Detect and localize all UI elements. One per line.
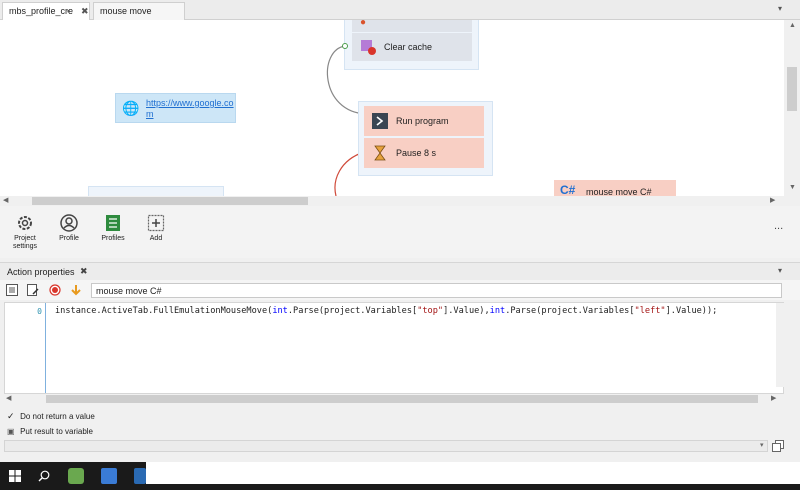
code-token: ].Value));: [665, 306, 718, 316]
tab-label: mouse move: [100, 6, 152, 16]
code-token: instance.ActiveTab.FullEmulationMouseMov…: [55, 306, 273, 316]
gear-icon: [18, 216, 32, 230]
code-keyword: int: [272, 306, 288, 316]
globe-icon: 🌐: [122, 100, 140, 116]
taskbar-app-icon[interactable]: [68, 468, 84, 484]
taskbar-overlay: [146, 462, 800, 484]
tab-label: mbs_profile_cre: [9, 6, 74, 16]
editor-horizontal-scrollbar[interactable]: ◀ ▶: [4, 394, 784, 404]
do-not-return-option[interactable]: ✓ Do not return a value: [7, 411, 95, 422]
close-panel-icon[interactable]: ✖: [80, 266, 88, 277]
tab-list-chevron-icon[interactable]: ▾: [778, 4, 782, 13]
line-number: 0: [37, 307, 42, 316]
profile-button[interactable]: Profile: [49, 214, 89, 243]
windows-taskbar: [0, 462, 800, 490]
pin-icon[interactable]: ▪: [67, 6, 70, 16]
option-label: Do not return a value: [20, 412, 95, 421]
code-token: .Parse(project.Variables[: [505, 306, 635, 316]
toolbar-label: Project: [14, 235, 36, 242]
taskbar-app-icon[interactable]: [134, 468, 146, 484]
list-view-icon[interactable]: [6, 284, 18, 296]
vertical-scroll-thumb[interactable]: [787, 67, 797, 111]
hourglass-icon: [374, 145, 386, 161]
action-label: Run program: [396, 116, 449, 126]
action-name-value: mouse move C#: [96, 286, 162, 296]
horizontal-scroll-thumb[interactable]: [32, 197, 308, 205]
action-label: mouse move C#: [586, 187, 652, 196]
scroll-left-icon[interactable]: ◀: [6, 394, 11, 402]
toolbar-label: Profiles: [101, 235, 125, 242]
code-keyword: int: [489, 306, 506, 316]
spreadsheet-icon: [106, 215, 120, 231]
code-editor[interactable]: 0 instance.ActiveTab.FullEmulationMouseM…: [4, 302, 784, 394]
user-icon: [60, 214, 78, 232]
code-string: "left": [634, 306, 666, 316]
arrow-down-icon[interactable]: [70, 284, 82, 296]
navigate-url-node[interactable]: 🌐 https://www.google.co m: [115, 93, 236, 123]
code-token: .Parse(project.Variables[: [287, 306, 418, 316]
url-text[interactable]: https://www.google.co: [146, 98, 234, 108]
properties-toolbar: mouse move C#: [0, 280, 800, 300]
editor-vertical-scrollbar[interactable]: [776, 303, 784, 387]
action-run-program[interactable]: Run program: [364, 106, 484, 136]
project-canvas[interactable]: ● Clear cache 🌐 https://www.google.co m …: [0, 20, 784, 196]
add-button[interactable]: Add: [136, 214, 176, 243]
canvas-horizontal-scrollbar[interactable]: ◀ ▶: [0, 196, 784, 206]
panel-header: Action properties ✖ ▾: [0, 262, 800, 280]
line-number-gutter: 0: [5, 303, 46, 393]
copy-icon[interactable]: [772, 440, 784, 452]
project-settings-button[interactable]: Project settings: [5, 214, 45, 251]
close-tab-icon[interactable]: ✖: [81, 6, 89, 17]
toolbar-label: Profile: [59, 235, 79, 242]
result-variable-field[interactable]: [4, 440, 768, 452]
profiles-button[interactable]: Profiles: [93, 214, 133, 243]
scroll-down-icon[interactable]: ▼: [789, 184, 796, 191]
more-options-icon[interactable]: ...: [774, 220, 783, 232]
canvas-vertical-scrollbar[interactable]: ▲ ▼: [784, 20, 800, 196]
code-string: "top": [417, 306, 444, 316]
scroll-right-icon[interactable]: ▶: [771, 394, 776, 402]
action-group-bottom: [88, 186, 224, 196]
scroll-right-icon[interactable]: ▶: [770, 196, 775, 204]
record-icon[interactable]: [49, 284, 61, 296]
add-icon: [147, 214, 165, 232]
csharp-icon: C#: [560, 183, 576, 196]
action-mouse-move-csharp[interactable]: C# mouse move C#: [554, 180, 676, 196]
windows-start-icon[interactable]: [9, 470, 21, 482]
code-token: ].Value),: [443, 306, 490, 316]
edit-doc-icon[interactable]: [27, 284, 39, 296]
editor-scroll-thumb[interactable]: [46, 395, 758, 403]
check-icon: ✓: [7, 411, 15, 421]
action-name-field[interactable]: mouse move C#: [91, 283, 782, 298]
code-line[interactable]: instance.ActiveTab.FullEmulationMouseMov…: [55, 306, 717, 316]
scroll-up-icon[interactable]: ▲: [789, 22, 796, 29]
action-label: Pause 8 s: [396, 148, 437, 158]
search-icon[interactable]: [38, 470, 50, 482]
toolbar-label: Add: [149, 235, 163, 242]
tab-mbs-profile[interactable]: mbs_profile_cre ▪ ✖: [2, 2, 90, 20]
bottom-toolbar: Project settings Profile Profiles Add ..…: [0, 206, 800, 258]
put-result-option[interactable]: ▣ Put result to variable: [7, 426, 93, 436]
url-text-wrap[interactable]: m: [146, 109, 154, 119]
panel-title: Action properties: [7, 267, 75, 277]
option-label: Put result to variable: [20, 427, 94, 436]
scroll-left-icon[interactable]: ◀: [3, 196, 8, 204]
panel-chevron-icon[interactable]: ▾: [778, 266, 782, 275]
document-tab-bar: mbs_profile_cre ▪ ✖ mouse move ▾: [0, 0, 800, 20]
dropdown-chevron-icon[interactable]: ▾: [760, 441, 764, 449]
tab-mouse-move[interactable]: mouse move: [93, 2, 185, 20]
variable-icon: ▣: [7, 427, 15, 436]
toolbar-label: settings: [12, 243, 38, 250]
terminal-icon: [372, 113, 388, 129]
taskbar-app-icon[interactable]: [101, 468, 117, 484]
action-pause[interactable]: Pause 8 s: [364, 138, 484, 168]
